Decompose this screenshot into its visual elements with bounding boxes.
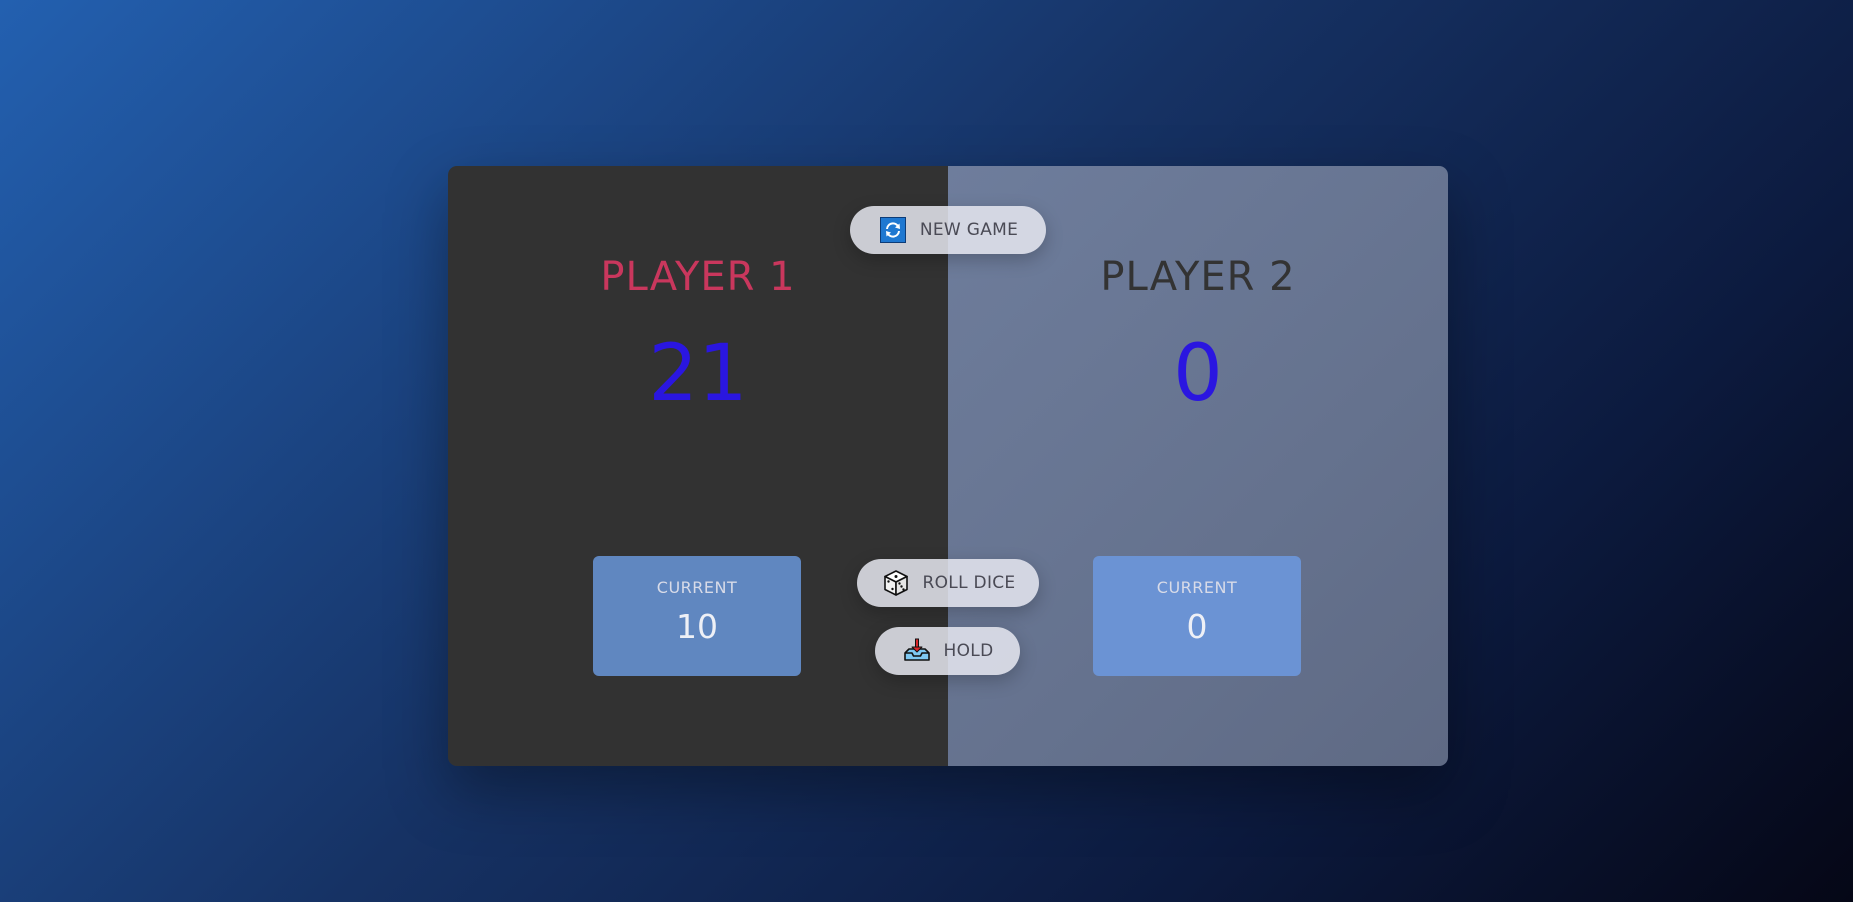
player-2-current-box: CURRENT 0 (1093, 556, 1301, 676)
hold-button[interactable]: HOLD (875, 627, 1020, 675)
player-1-panel: PLAYER 1 21 CURRENT 10 (448, 166, 948, 766)
roll-dice-label: ROLL DICE (922, 573, 1016, 593)
player-2-name: PLAYER 2 (1100, 254, 1296, 300)
player-1-current-box: CURRENT 10 (593, 556, 801, 676)
refresh-icon (878, 215, 908, 245)
player-1-score: 21 (648, 329, 748, 419)
player-1-current-label: CURRENT (656, 578, 738, 597)
player-2-current-score: 0 (1186, 607, 1208, 646)
player-2-score: 0 (1173, 329, 1223, 419)
player-1-current-score: 10 (676, 607, 718, 646)
hold-label: HOLD (943, 641, 994, 661)
hold-download-icon (902, 636, 932, 666)
player-2-current-label: CURRENT (1156, 578, 1238, 597)
player-2-panel: PLAYER 2 0 CURRENT 0 (948, 166, 1448, 766)
roll-dice-button[interactable]: ROLL DICE (857, 559, 1039, 607)
new-game-button[interactable]: NEW GAME (850, 206, 1046, 254)
game-board: PLAYER 1 21 CURRENT 10 PLAYER 2 0 CURREN… (448, 166, 1448, 766)
player-1-name: PLAYER 1 (600, 254, 796, 300)
dice-icon (881, 568, 911, 598)
new-game-label: NEW GAME (919, 220, 1019, 240)
